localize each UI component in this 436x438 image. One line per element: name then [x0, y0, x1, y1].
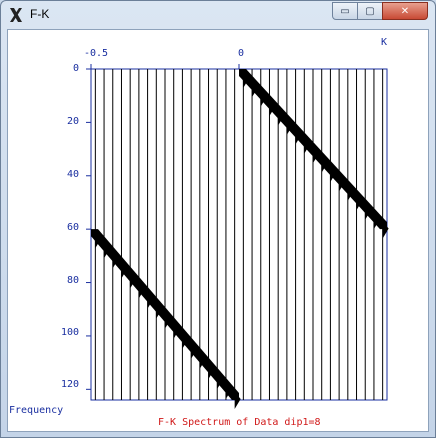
plot-area: K -0.5 0 0 20 40 60 80 100 120 Frequency… — [7, 29, 429, 432]
plot-frame — [90, 68, 388, 401]
y-tick-label: 60 — [67, 222, 80, 233]
plot-caption: F-K Spectrum of Data dip1=8 — [158, 417, 321, 428]
y-tick-label: 20 — [67, 116, 80, 127]
x-axis-label: K — [381, 37, 388, 48]
y-tick-label: 120 — [61, 379, 80, 390]
maximize-button[interactable]: ▢ — [357, 2, 383, 20]
y-axis-label: Frequency — [9, 405, 64, 416]
y-tick-label: 100 — [61, 327, 80, 338]
y-tick-label: 0 — [73, 63, 80, 74]
close-button[interactable]: ✕ — [382, 2, 428, 20]
x-tick-label: 0 — [238, 48, 245, 59]
y-tick-label: 40 — [67, 169, 80, 180]
x-tick-label: -0.5 — [84, 48, 109, 59]
minimize-button[interactable]: ▭ — [332, 2, 358, 20]
window: F-K ▭ ▢ ✕ K -0.5 0 0 20 40 60 80 100 120… — [0, 0, 436, 438]
x11-app-icon — [10, 8, 22, 22]
title-bar[interactable]: F-K ▭ ▢ ✕ — [1, 1, 435, 29]
y-tick-label: 80 — [67, 275, 80, 286]
window-title: F-K — [30, 7, 50, 21]
